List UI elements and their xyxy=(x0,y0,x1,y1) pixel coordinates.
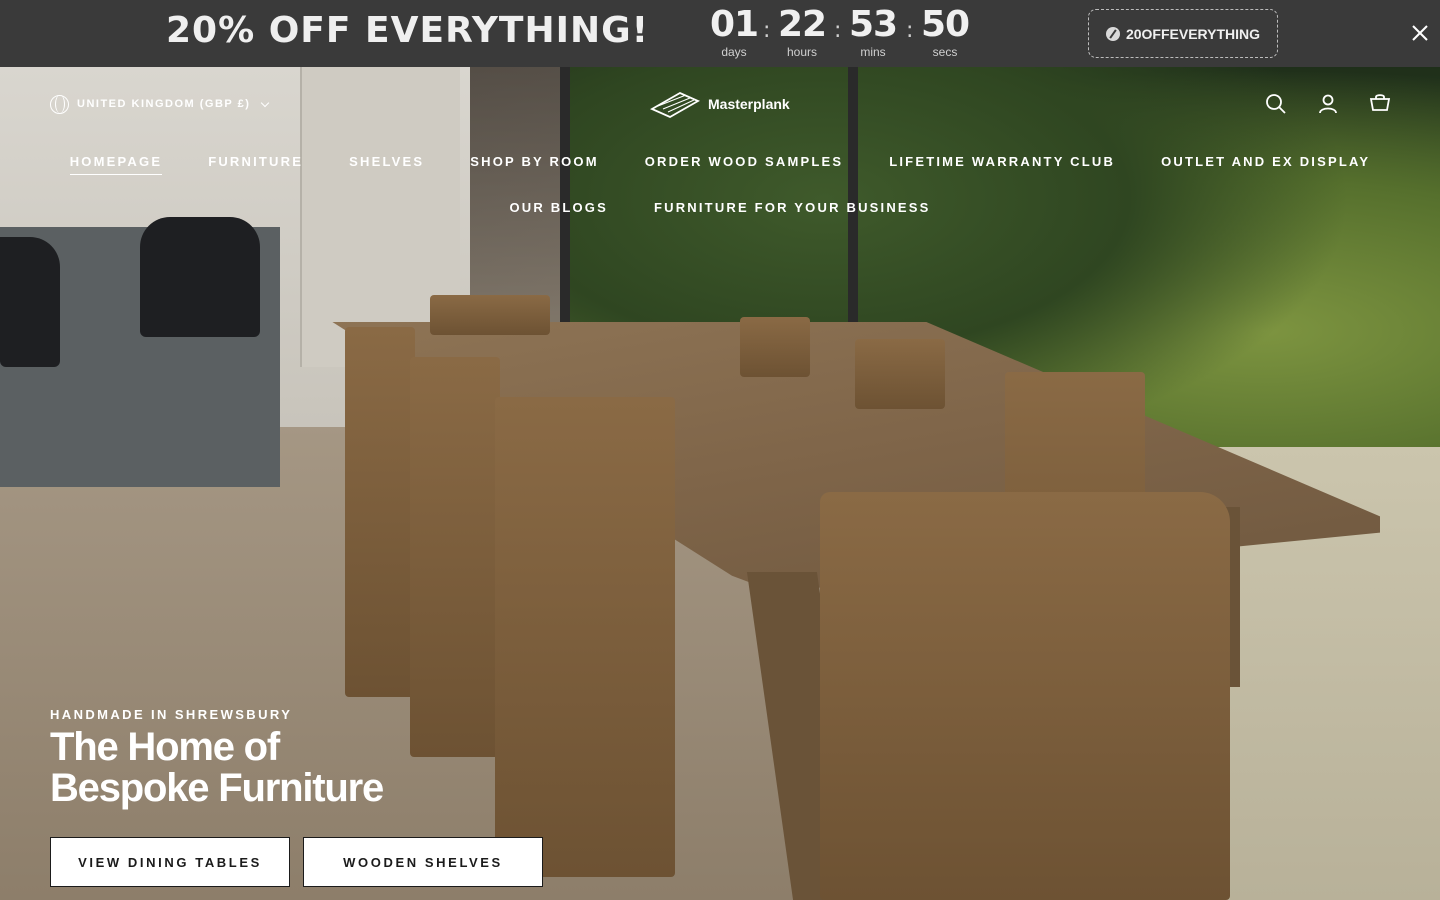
countdown-hours-label: hours xyxy=(786,45,818,59)
logo-mark-icon xyxy=(650,91,700,119)
hero-title: The Home of Bespoke Furniture xyxy=(50,727,570,809)
cart-icon[interactable] xyxy=(1368,92,1392,116)
hero-stool xyxy=(0,237,60,367)
countdown-secs-value: 50 xyxy=(920,4,970,45)
countdown-timer: 01 days : 22 hours : 53 mins : 50 secs xyxy=(706,4,976,62)
countdown-hours-value: 22 xyxy=(777,4,827,45)
countdown-days-label: days xyxy=(721,45,747,59)
wooden-shelves-button[interactable]: WOODEN SHELVES xyxy=(303,837,543,887)
hero-eyebrow: HANDMADE IN SHREWSBURY xyxy=(50,707,293,722)
hero-chair xyxy=(345,327,415,697)
close-icon[interactable] xyxy=(1409,22,1431,44)
discount-icon xyxy=(1105,26,1120,41)
hero-stool xyxy=(140,217,260,337)
countdown-days: 01 days xyxy=(706,4,762,58)
countdown-days-value: 01 xyxy=(709,4,759,45)
view-dining-tables-button[interactable]: VIEW DINING TABLES xyxy=(50,837,290,887)
locale-selector[interactable]: UNITED KINGDOM (GBP £) xyxy=(50,93,270,115)
hero-chair xyxy=(430,295,550,335)
nav-item-lifetime-warranty-club[interactable]: LIFETIME WARRANTY CLUB xyxy=(889,154,1115,175)
nav-item-shop-by-room[interactable]: SHOP BY ROOM xyxy=(470,154,599,175)
nav-item-shelves[interactable]: SHELVES xyxy=(349,154,424,175)
countdown-mins-value: 53 xyxy=(848,4,898,45)
nav-item-our-blogs[interactable]: OUR BLOGS xyxy=(509,200,608,220)
nav-item-order-wood-samples[interactable]: ORDER WOOD SAMPLES xyxy=(645,154,844,175)
countdown-mins: 53 mins xyxy=(845,4,901,58)
countdown-separator: : xyxy=(834,18,842,43)
countdown-secs-label: secs xyxy=(932,45,958,59)
user-icon[interactable] xyxy=(1316,92,1340,116)
hero-chair xyxy=(740,317,810,377)
promo-bar: 20% OFF EVERYTHING! 01 days : 22 hours :… xyxy=(0,0,1440,67)
main-nav-row-2: OUR BLOGS FURNITURE FOR YOUR BUSINESS xyxy=(0,200,1440,220)
nav-item-outlet[interactable]: OUTLET AND EX DISPLAY xyxy=(1161,154,1370,175)
hero-chair xyxy=(410,357,500,757)
nav-item-homepage[interactable]: HOMEPAGE xyxy=(69,154,163,175)
search-icon[interactable] xyxy=(1264,92,1288,116)
countdown-separator: : xyxy=(763,18,771,43)
brand-logo[interactable]: Masterplank xyxy=(650,88,790,120)
countdown-hours: 22 hours xyxy=(774,4,830,58)
brand-name: Masterplank xyxy=(708,96,790,112)
globe-icon xyxy=(50,94,69,114)
countdown-mins-label: mins xyxy=(860,45,886,59)
hero-title-line-2: Bespoke Furniture xyxy=(50,766,384,810)
nav-item-furniture-for-business[interactable]: FURNITURE FOR YOUR BUSINESS xyxy=(654,200,931,220)
hero-chair xyxy=(820,492,1230,900)
main-nav: HOMEPAGE FURNITURE SHELVES SHOP BY ROOM … xyxy=(0,154,1440,175)
locale-label: UNITED KINGDOM (GBP £) xyxy=(77,98,251,110)
chevron-down-icon xyxy=(261,98,270,107)
countdown-separator: : xyxy=(906,18,914,43)
promo-headline: 20% OFF EVERYTHING! xyxy=(166,10,650,51)
coupon-code-button[interactable]: 20OFFEVERYTHING xyxy=(1088,9,1278,58)
hero-title-line-1: The Home of xyxy=(50,725,280,769)
countdown-secs: 50 secs xyxy=(917,4,973,58)
nav-item-furniture[interactable]: FURNITURE xyxy=(208,154,303,175)
hero-chair xyxy=(855,339,945,409)
coupon-code-label: 20OFFEVERYTHING xyxy=(1125,25,1261,42)
